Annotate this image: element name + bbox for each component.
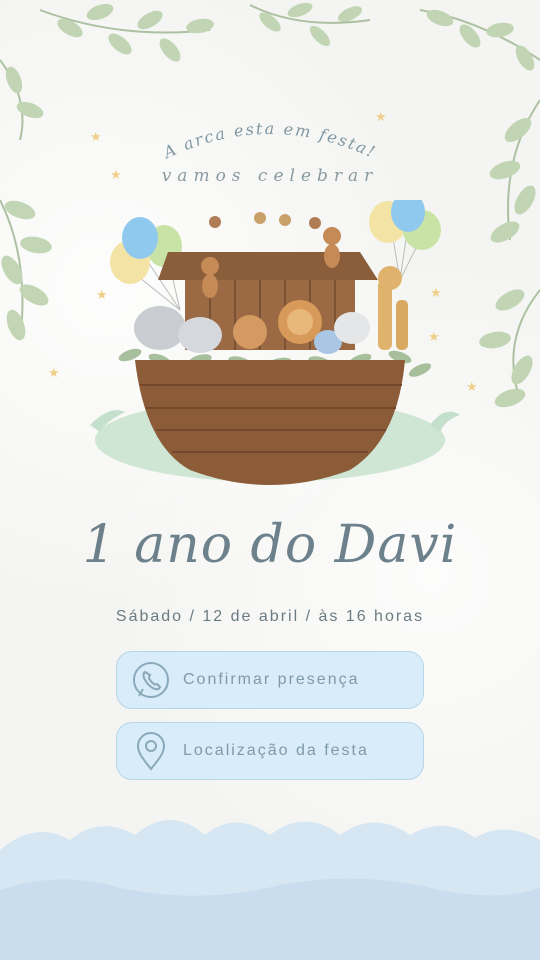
confirm-attendance-label: Confirmar presença (183, 671, 360, 688)
location-pin-icon (136, 732, 166, 771)
phone-icon (133, 662, 169, 698)
confirm-attendance-button[interactable]: Confirmar presença (116, 651, 424, 709)
location-label: Localização da festa (183, 742, 369, 759)
event-date: Sábado / 12 de abril / às 16 horas (115, 608, 425, 625)
curved-title: A arca esta em festa! (159, 119, 380, 163)
star-icon: ★ (90, 130, 102, 145)
celebrant-name: 1 ano do Davi (82, 515, 458, 575)
star-icon: ★ (48, 366, 60, 381)
subtitle: vamos celebrar (161, 166, 379, 186)
ark-illustration (90, 200, 460, 485)
bottom-waves (0, 820, 540, 960)
location-button[interactable]: Localização da festa (116, 722, 424, 780)
svg-text:A arca esta em festa!: A arca esta em festa! (159, 119, 380, 163)
